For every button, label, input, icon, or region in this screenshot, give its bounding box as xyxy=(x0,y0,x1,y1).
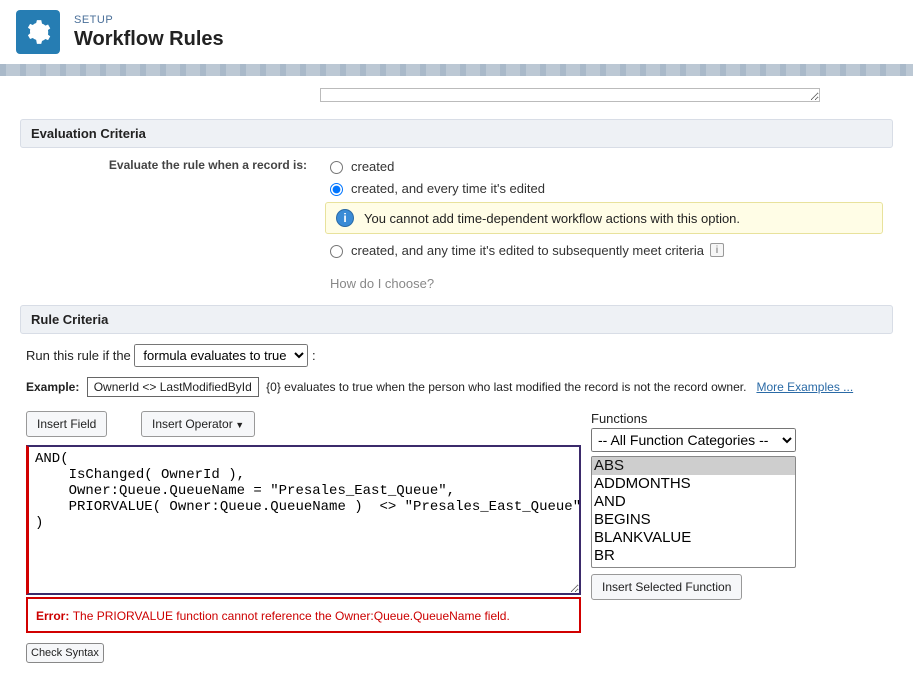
page-title: Workflow Rules xyxy=(74,28,224,51)
description-textarea[interactable] xyxy=(320,88,820,102)
radio-created-label: created xyxy=(351,159,394,174)
error-prefix: Error: xyxy=(36,609,69,623)
functions-label: Functions xyxy=(591,411,887,426)
radio-created-edited-label: created, and every time it's edited xyxy=(351,181,545,196)
function-list[interactable]: ABS ADDMONTHS AND BEGINS BLANKVALUE BR xyxy=(591,456,796,568)
formula-textarea[interactable] xyxy=(26,445,581,595)
insert-selected-function-button[interactable]: Insert Selected Function xyxy=(591,574,742,600)
function-option: BEGINS xyxy=(592,511,795,529)
page-header: SETUP Workflow Rules xyxy=(0,0,913,64)
radio-created-edited-input[interactable] xyxy=(330,183,343,196)
more-examples-link[interactable]: More Examples ... xyxy=(756,380,853,394)
example-row: Example: OwnerId <> LastModifiedById {0}… xyxy=(26,377,887,397)
error-highlight-box: Error: The PRIORVALUE function cannot re… xyxy=(26,597,581,633)
how-do-i-choose-link[interactable]: How do I choose? xyxy=(330,276,893,291)
rule-type-select[interactable]: formula evaluates to true xyxy=(134,344,308,367)
evaluate-rule-label: Evaluate the rule when a record is: xyxy=(30,158,325,172)
function-option: BLANKVALUE xyxy=(592,529,795,547)
example-text: {0} evaluates to true when the person wh… xyxy=(266,380,746,394)
radio-created[interactable]: created xyxy=(325,158,883,174)
insert-operator-button[interactable]: Insert Operator xyxy=(141,411,255,437)
function-option: ADDMONTHS xyxy=(592,475,795,493)
error-message: The PRIORVALUE function cannot reference… xyxy=(73,609,510,623)
function-option: BR xyxy=(592,547,795,565)
run-rule-row: Run this rule if the formula evaluates t… xyxy=(26,344,887,367)
setup-label: SETUP xyxy=(74,14,224,26)
radio-created-edited[interactable]: created, and every time it's edited xyxy=(325,180,883,196)
insert-field-button[interactable]: Insert Field xyxy=(26,411,107,437)
run-rule-label-pre: Run this rule if the xyxy=(26,348,131,363)
example-code: OwnerId <> LastModifiedById xyxy=(87,377,259,397)
help-icon[interactable]: i xyxy=(710,243,724,257)
info-text: You cannot add time-dependent workflow a… xyxy=(364,211,740,226)
function-option: ABS xyxy=(592,457,795,475)
rule-criteria-header: Rule Criteria xyxy=(20,305,893,334)
radio-created-meet[interactable]: created, and any time it's edited to sub… xyxy=(325,242,883,258)
gear-icon xyxy=(16,10,60,54)
decorative-divider xyxy=(0,64,913,76)
run-rule-colon: : xyxy=(312,348,316,363)
info-icon: i xyxy=(336,209,354,227)
radio-created-meet-label: created, and any time it's edited to sub… xyxy=(351,243,704,258)
evaluation-criteria-header: Evaluation Criteria xyxy=(20,119,893,148)
check-syntax-button[interactable]: Check Syntax xyxy=(26,643,104,663)
time-dependent-info: i You cannot add time-dependent workflow… xyxy=(325,202,883,234)
example-label: Example: xyxy=(26,380,79,394)
function-category-select[interactable]: -- All Function Categories -- xyxy=(591,428,796,452)
radio-created-input[interactable] xyxy=(330,161,343,174)
function-option: AND xyxy=(592,493,795,511)
radio-created-meet-input[interactable] xyxy=(330,245,343,258)
